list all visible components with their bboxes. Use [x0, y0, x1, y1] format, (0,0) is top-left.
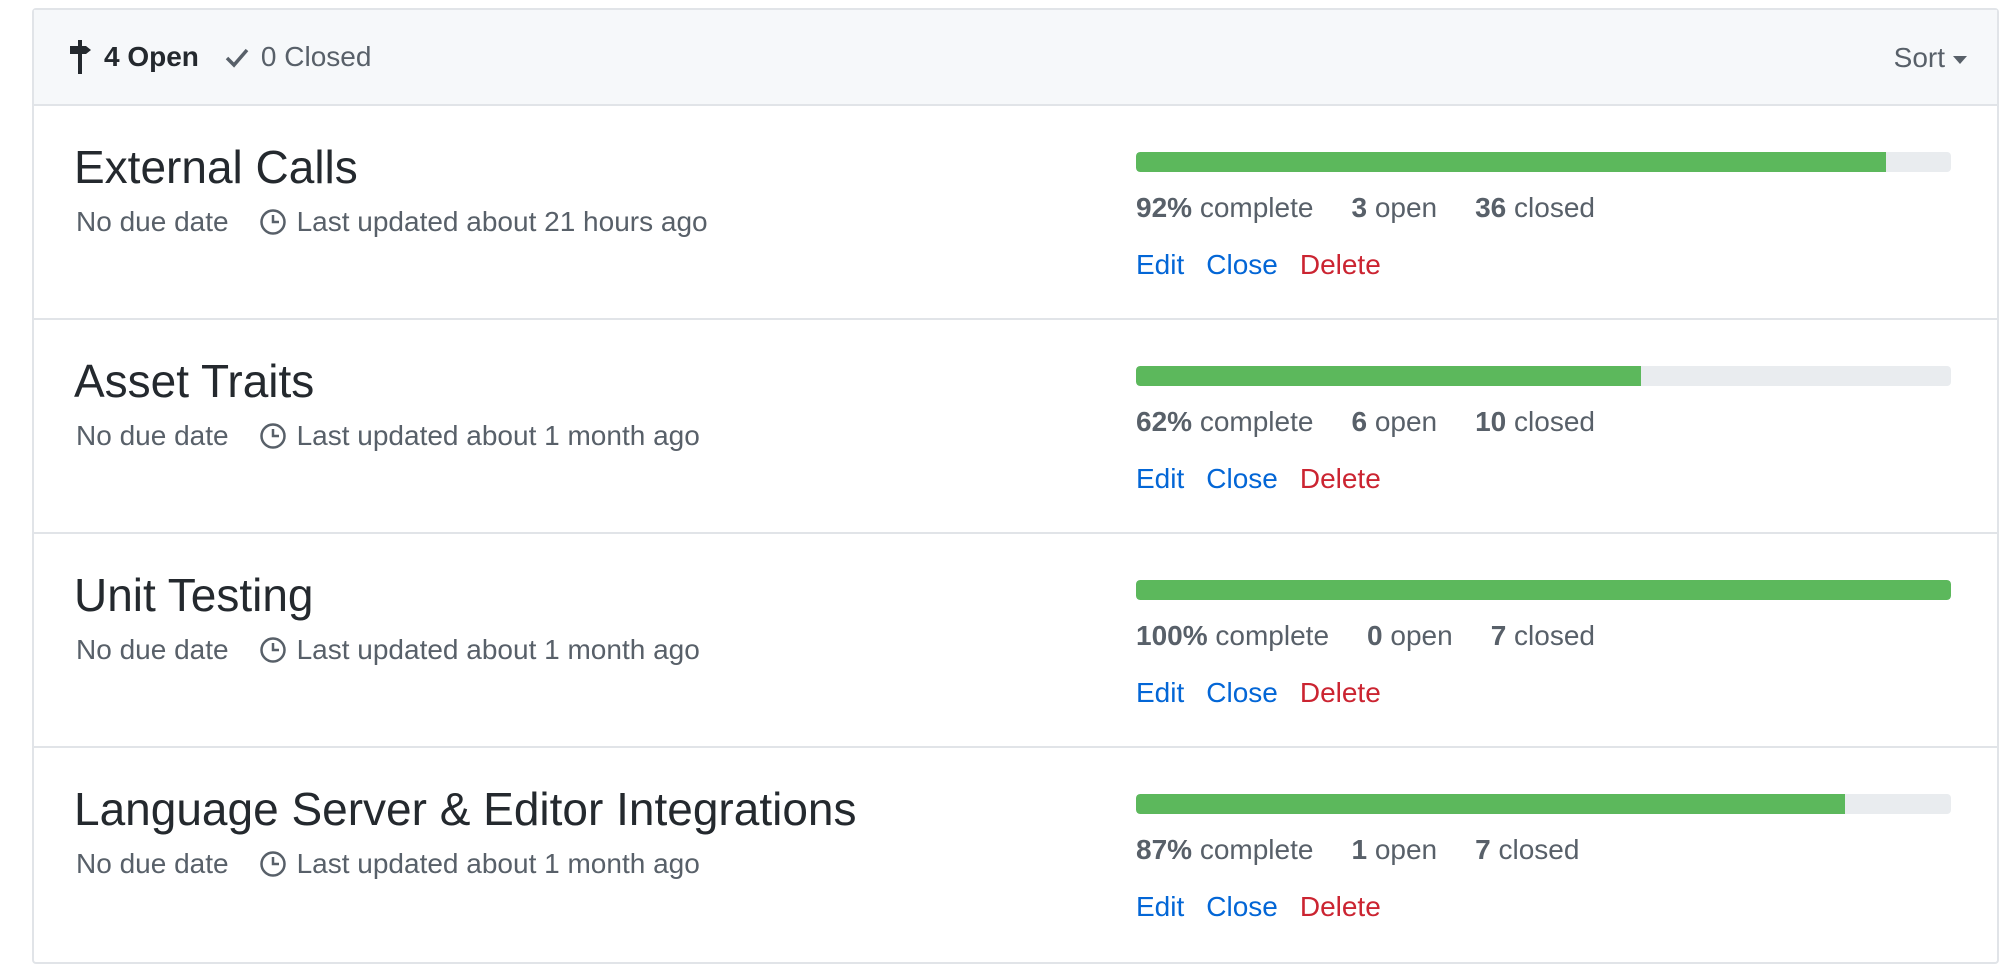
progress-fill — [1136, 366, 1642, 386]
percent-complete: 87% complete — [1136, 834, 1313, 866]
open-label: open — [1374, 834, 1438, 865]
complete-label: complete — [1199, 406, 1314, 437]
complete-label: complete — [1199, 834, 1314, 865]
milestone-stats: 87% complete 1 open 7 closed — [1136, 834, 1617, 866]
progress-fill — [1136, 794, 1846, 814]
percent-value: 100% — [1136, 620, 1208, 651]
progress-fill — [1136, 580, 1951, 600]
milestone-stats: 100% complete 0 open 7 closed — [1136, 620, 1633, 652]
closed-milestones-link[interactable]: 0 Closed — [225, 41, 372, 73]
edit-link[interactable]: Edit — [1136, 891, 1184, 923]
progress-bar — [1136, 366, 1951, 386]
delete-link[interactable]: Delete — [1300, 249, 1381, 281]
closed-issues-count: 7 — [1475, 834, 1491, 865]
last-updated: Last updated about 1 month ago — [296, 848, 700, 879]
open-issues-count: 3 — [1351, 192, 1368, 223]
clock-icon — [259, 208, 287, 236]
open-issues: 6 open — [1351, 406, 1437, 438]
delete-link[interactable]: Delete — [1300, 891, 1381, 923]
milestone-actions: Edit Close Delete — [1136, 249, 1403, 281]
due-date: No due date — [76, 420, 229, 451]
closed-label: closed — [1514, 406, 1595, 437]
percent-value: 87% — [1136, 834, 1193, 865]
closed-label: closed — [1498, 834, 1580, 865]
open-count: 4 Open — [104, 41, 199, 72]
milestone-row: Unit Testing No due date Last updated ab… — [34, 534, 1997, 748]
milestone-icon — [68, 40, 92, 74]
sort-dropdown[interactable]: Sort — [1894, 10, 1967, 106]
last-updated: Last updated about 21 hours ago — [296, 206, 708, 237]
close-link[interactable]: Close — [1206, 677, 1278, 709]
due-date: No due date — [76, 848, 229, 879]
progress-bar — [1136, 580, 1951, 600]
milestone-stats: 92% complete 3 open 36 closed — [1136, 192, 1633, 224]
percent-value: 62% — [1136, 406, 1193, 437]
triangle-down-icon — [1953, 55, 1967, 64]
milestones-header: 4 Open 0 Closed Sort — [34, 10, 1997, 106]
close-link[interactable]: Close — [1206, 891, 1278, 923]
milestone-row: Language Server & Editor Integrations No… — [34, 748, 1997, 962]
close-link[interactable]: Close — [1206, 249, 1278, 281]
delete-link[interactable]: Delete — [1300, 677, 1381, 709]
open-issues: 1 open — [1351, 834, 1437, 866]
edit-link[interactable]: Edit — [1136, 249, 1184, 281]
open-label: open — [1374, 406, 1438, 437]
closed-issues-count: 36 — [1475, 192, 1507, 223]
milestone-row: External Calls No due date Last updated … — [34, 106, 1997, 320]
milestone-meta: No due date Last updated about 1 month a… — [76, 634, 700, 666]
open-issues: 3 open — [1351, 192, 1437, 224]
milestone-meta: No due date Last updated about 1 month a… — [76, 420, 700, 452]
clock-icon — [259, 850, 287, 878]
milestone-actions: Edit Close Delete — [1136, 677, 1403, 709]
due-date: No due date — [76, 634, 229, 665]
complete-label: complete — [1199, 192, 1314, 223]
closed-label: closed — [1514, 620, 1595, 651]
closed-issues: 10 closed — [1475, 406, 1595, 438]
open-milestones-link[interactable]: 4 Open — [68, 40, 199, 74]
progress-fill — [1136, 152, 1886, 172]
open-issues-count: 6 — [1351, 406, 1368, 437]
open-issues: 0 open — [1367, 620, 1453, 652]
progress-bar — [1136, 152, 1951, 172]
milestone-meta: No due date Last updated about 1 month a… — [76, 848, 700, 880]
closed-issues-count: 10 — [1475, 406, 1507, 437]
percent-value: 92% — [1136, 192, 1193, 223]
check-icon — [225, 46, 249, 68]
percent-complete: 62% complete — [1136, 406, 1313, 438]
milestone-meta: No due date Last updated about 21 hours … — [76, 206, 708, 238]
percent-complete: 92% complete — [1136, 192, 1313, 224]
delete-link[interactable]: Delete — [1300, 463, 1381, 495]
last-updated: Last updated about 1 month ago — [296, 634, 700, 665]
closed-issues: 36 closed — [1475, 192, 1595, 224]
milestone-title[interactable]: Unit Testing — [74, 568, 314, 623]
complete-label: complete — [1215, 620, 1330, 651]
edit-link[interactable]: Edit — [1136, 463, 1184, 495]
closed-label: closed — [1514, 192, 1595, 223]
edit-link[interactable]: Edit — [1136, 677, 1184, 709]
closed-issues-count: 7 — [1490, 620, 1507, 651]
closed-count: 0 Closed — [260, 41, 372, 72]
open-issues-count: 1 — [1351, 834, 1368, 865]
closed-issues: 7 closed — [1491, 620, 1595, 652]
progress-bar — [1136, 794, 1951, 814]
milestone-stats: 62% complete 6 open 10 closed — [1136, 406, 1633, 438]
milestone-row: Asset Traits No due date Last updated ab… — [34, 320, 1997, 534]
open-label: open — [1374, 192, 1438, 223]
clock-icon — [259, 422, 287, 450]
milestone-title[interactable]: Asset Traits — [74, 354, 314, 409]
milestone-actions: Edit Close Delete — [1136, 463, 1403, 495]
last-updated: Last updated about 1 month ago — [296, 420, 700, 451]
milestone-actions: Edit Close Delete — [1136, 891, 1403, 923]
sort-label: Sort — [1893, 42, 1945, 73]
milestones-box: 4 Open 0 Closed Sort External Calls No d… — [32, 8, 1999, 964]
due-date: No due date — [76, 206, 229, 237]
close-link[interactable]: Close — [1206, 463, 1278, 495]
open-label: open — [1390, 620, 1453, 651]
clock-icon — [259, 636, 287, 664]
milestone-title[interactable]: External Calls — [74, 140, 358, 195]
percent-complete: 100% complete — [1136, 620, 1329, 652]
closed-issues: 7 closed — [1475, 834, 1579, 866]
open-issues-count: 0 — [1367, 620, 1383, 651]
milestone-title[interactable]: Language Server & Editor Integrations — [74, 782, 857, 837]
